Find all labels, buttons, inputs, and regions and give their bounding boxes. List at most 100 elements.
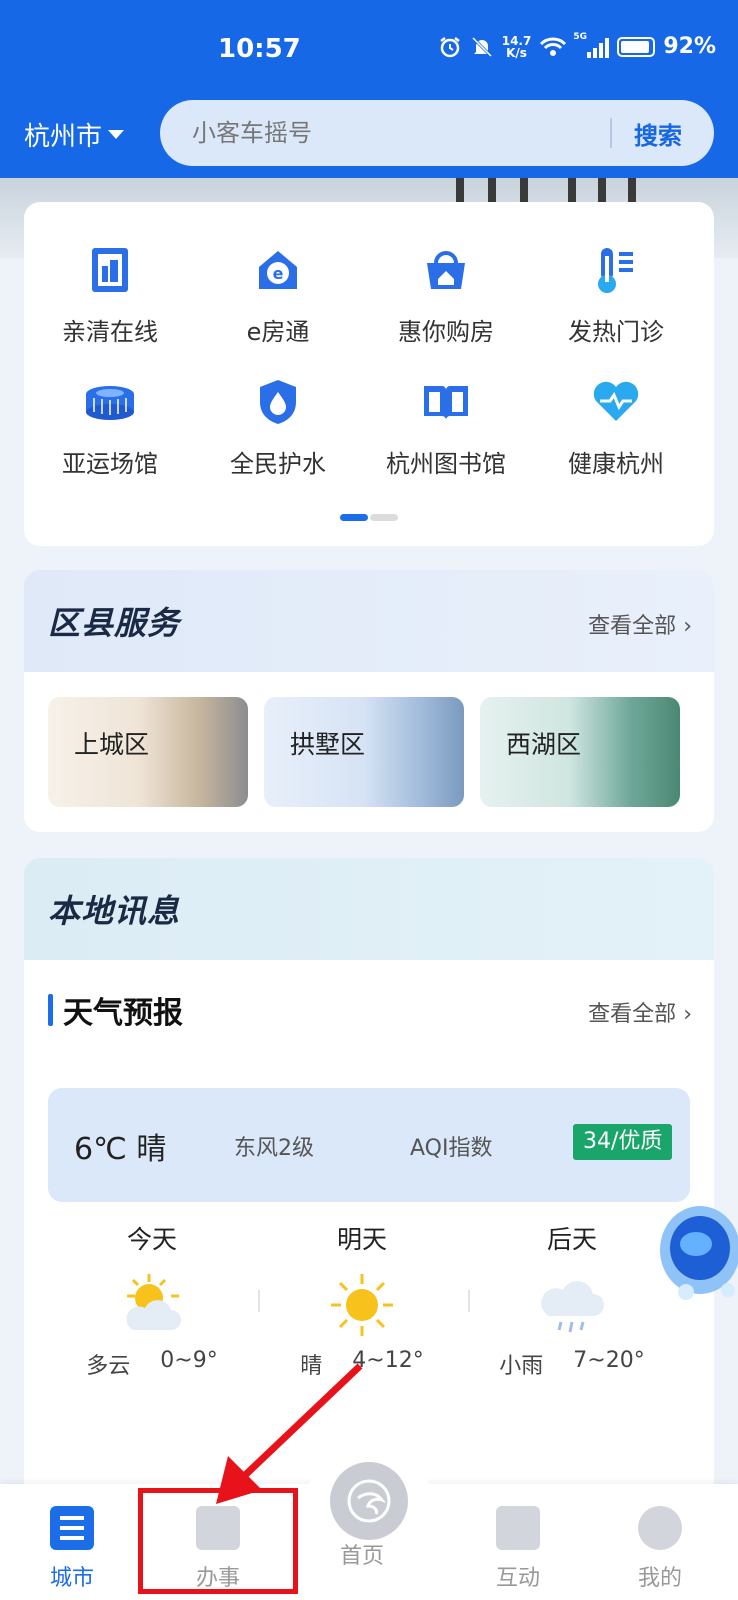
district-view-all[interactable]: 查看全部 › — [588, 608, 692, 640]
signal-icon: 5G — [573, 32, 610, 58]
tab-city[interactable]: 城市 — [22, 1506, 122, 1592]
svg-text:e: e — [273, 264, 284, 283]
status-time: 10:57 — [218, 34, 301, 64]
signal-bar — [587, 51, 592, 58]
app-label: 健康杭州 — [568, 450, 664, 478]
icon-line — [60, 1516, 84, 1520]
heart-pulse-icon — [588, 374, 644, 430]
forecast-day-name: 后天 — [546, 1225, 597, 1254]
app-item[interactable]: 全民护水 — [192, 374, 364, 479]
tab-label: 我的 — [637, 1566, 682, 1591]
tab-interaction[interactable]: 互动 — [468, 1506, 568, 1592]
district-tile[interactable]: 西湖区 — [480, 697, 680, 807]
forecast-range: 4~12° — [352, 1348, 424, 1373]
app-label: 惠你购房 — [398, 318, 494, 346]
search-button[interactable]: 搜索 — [634, 116, 682, 151]
tab-mine[interactable]: 我的 — [610, 1506, 710, 1592]
forecast-condition: 多云 — [86, 1354, 131, 1379]
district-header: 区县服务 查看全部 › — [24, 570, 714, 672]
banner-pillar — [568, 178, 576, 202]
tab-home[interactable]: 首页 — [312, 1528, 412, 1570]
district-label: 西湖区 — [506, 730, 582, 759]
chevron-right-icon: › — [683, 614, 692, 639]
app-label: 杭州图书馆 — [386, 450, 506, 478]
app-label: 全民护水 — [230, 450, 326, 478]
aqi-label: AQI指数 — [410, 1136, 493, 1161]
current-weather[interactable]: 6℃ 晴 东风2级 AQI指数 34/优质 — [48, 1088, 690, 1202]
app-label: 发热门诊 — [568, 318, 664, 346]
district-label: 拱墅区 — [290, 730, 366, 759]
chat-tab-icon — [496, 1506, 540, 1550]
assistant-robot-icon[interactable] — [656, 1200, 738, 1310]
weather-heading: 天气预报 — [48, 988, 183, 1032]
building-doc-icon — [82, 242, 138, 298]
forecast-info: 晴 4~12° — [252, 1348, 472, 1380]
alarm-icon — [439, 36, 460, 57]
forecast-day-name: 今天 — [126, 1225, 177, 1254]
weather-view-all[interactable]: 查看全部 › — [588, 996, 692, 1028]
banner-pillar — [520, 178, 528, 202]
forecast-day: 明天 晴 4~12° — [252, 1220, 472, 1380]
forecast-day-name: 明天 — [336, 1225, 387, 1254]
district-title: 区县服务 — [48, 604, 181, 642]
icon-line — [60, 1536, 84, 1540]
banner-pillar — [488, 178, 496, 202]
weather-title: 天气预报 — [63, 996, 183, 1031]
city-selector[interactable]: 杭州市 — [24, 116, 125, 153]
current-wind: 东风2级 — [234, 1136, 314, 1161]
view-all-label: 查看全部 — [588, 614, 677, 639]
basket-house-icon — [418, 242, 474, 298]
district-services-card: 区县服务 查看全部 › 上城区 拱墅区 西湖区 — [24, 570, 714, 832]
battery-percent: 92% — [663, 34, 716, 59]
page-dot-active — [340, 514, 368, 521]
wifi-icon — [540, 37, 567, 56]
app-label: 亲清在线 — [62, 318, 158, 346]
forecast-condition: 小雨 — [499, 1354, 544, 1379]
thermometer-icon — [588, 242, 644, 298]
mute-bell-icon — [471, 36, 492, 57]
view-all-label: 查看全部 — [588, 1002, 677, 1027]
chevron-right-icon: › — [683, 1002, 692, 1027]
forecast-day: 今天 多云 0~9° — [42, 1220, 262, 1380]
app-item[interactable]: 发热门诊 — [530, 242, 702, 347]
district-tile[interactable]: 上城区 — [48, 697, 248, 807]
app-item[interactable]: 亲清在线 — [24, 242, 196, 347]
forecast-info: 小雨 7~20° — [462, 1348, 682, 1380]
signal-bar — [605, 37, 610, 58]
status-icons: 14.7 K/s 5G 92% — [438, 32, 716, 59]
page-dot — [370, 514, 398, 521]
net-speed-unit: K/s — [506, 45, 527, 60]
district-tile[interactable]: 拱墅区 — [264, 697, 464, 807]
local-news-card: 本地讯息 天气预报 查看全部 › 6℃ 晴 东风2级 AQI指数 34/优质 今… — [24, 858, 714, 1498]
district-label: 上城区 — [74, 730, 150, 759]
app-item[interactable]: 亚运场馆 — [24, 374, 196, 479]
highlight-box — [138, 1488, 298, 1594]
tab-label: 城市 — [49, 1566, 94, 1591]
aqi-badge: 34/优质 — [573, 1124, 673, 1160]
app-item[interactable]: e e房通 — [192, 242, 364, 347]
tab-label: 首页 — [339, 1544, 384, 1569]
heading-accent-bar — [48, 994, 53, 1026]
net-speed: 14.7 K/s — [502, 35, 532, 59]
banner-pillar — [598, 178, 606, 202]
forecast-condition: 晴 — [300, 1354, 323, 1379]
forecast-day: 后天 小雨 7~20° — [462, 1220, 682, 1380]
signal-bar — [599, 42, 604, 58]
app-item[interactable]: 杭州图书馆 — [360, 374, 532, 479]
house-e-icon: e — [250, 242, 306, 298]
quick-apps-card: 亲清在线 e e房通 惠你购房 发热门诊 亚运场馆 全民护水 杭州图书馆 健康杭… — [24, 202, 714, 546]
app-item[interactable]: 惠你购房 — [360, 242, 532, 347]
battery-icon — [617, 36, 656, 57]
tab-label: 互动 — [495, 1566, 540, 1591]
partly-cloudy-icon — [117, 1270, 187, 1340]
book-icon — [418, 374, 474, 430]
search-input[interactable] — [192, 114, 592, 152]
signal-bar — [593, 47, 598, 58]
banner-pillar — [456, 178, 464, 202]
search-divider — [610, 118, 612, 148]
banner-pillar — [628, 178, 636, 202]
status-bar: 10:57 14.7 K/s 5G 92% — [0, 30, 738, 76]
forecast-range: 0~9° — [160, 1348, 218, 1373]
search-bar[interactable]: 搜索 — [160, 100, 714, 166]
app-item[interactable]: 健康杭州 — [530, 374, 702, 479]
